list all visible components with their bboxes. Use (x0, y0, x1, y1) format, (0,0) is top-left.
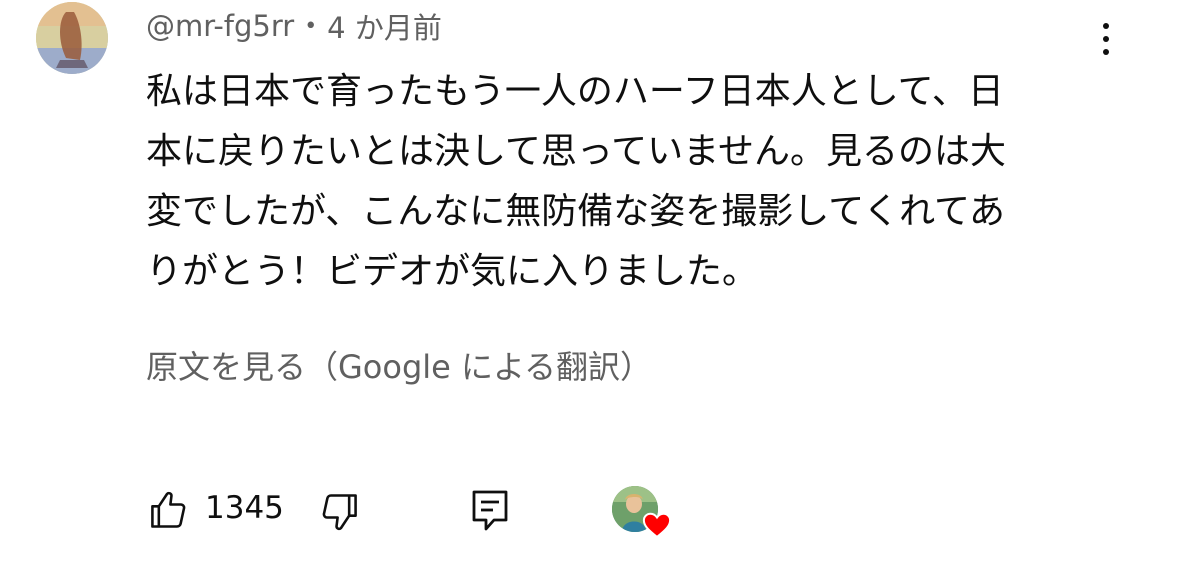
menu-dot (1103, 36, 1109, 42)
comment-time[interactable]: 4 か月前 (327, 5, 442, 47)
comment-body-line: りがとう！ビデオが気に入りました。 (146, 251, 759, 292)
comment-thread: @mr-fg5rr • 4 か月前 私は日本で育ったもう一人のハーフ日本人として… (0, 0, 1179, 568)
see-original-link[interactable]: 原文を見る（Google による翻訳） (146, 342, 652, 388)
thumbs-up-icon (151, 491, 186, 528)
author-avatar[interactable] (36, 2, 108, 74)
menu-dot (1103, 49, 1109, 55)
reply-comment-icon (472, 490, 508, 531)
like-count: 1345 (205, 490, 284, 526)
comment-body: 私は日本で育ったもう一人のハーフ日本人として、日 本に戻りたいとは決して思ってい… (146, 62, 1106, 302)
header-separator: • (304, 13, 318, 39)
comment-body-line: 変でしたが、こんなに無防備な姿を撮影してくれてあ (146, 191, 1005, 232)
more-vert-icon[interactable] (1088, 14, 1124, 64)
menu-dot (1103, 23, 1109, 29)
dislike-button[interactable] (318, 490, 362, 534)
reply-button[interactable] (468, 486, 512, 534)
creator-heart-badge (612, 486, 674, 542)
comment-actions: 1345 (146, 484, 706, 540)
like-button[interactable] (146, 488, 190, 532)
heart-icon (642, 512, 672, 539)
thumbs-down-icon (322, 494, 357, 531)
author-name[interactable]: @mr-fg5rr (146, 9, 294, 43)
comment-body-line: 私は日本で育ったもう一人のハーフ日本人として、日 (146, 71, 1004, 112)
comment-body-line: 本に戻りたいとは決して思っていません。見るのは大 (146, 131, 1007, 172)
comment-header: @mr-fg5rr • 4 か月前 (146, 6, 442, 46)
author-avatar-image (36, 2, 108, 74)
